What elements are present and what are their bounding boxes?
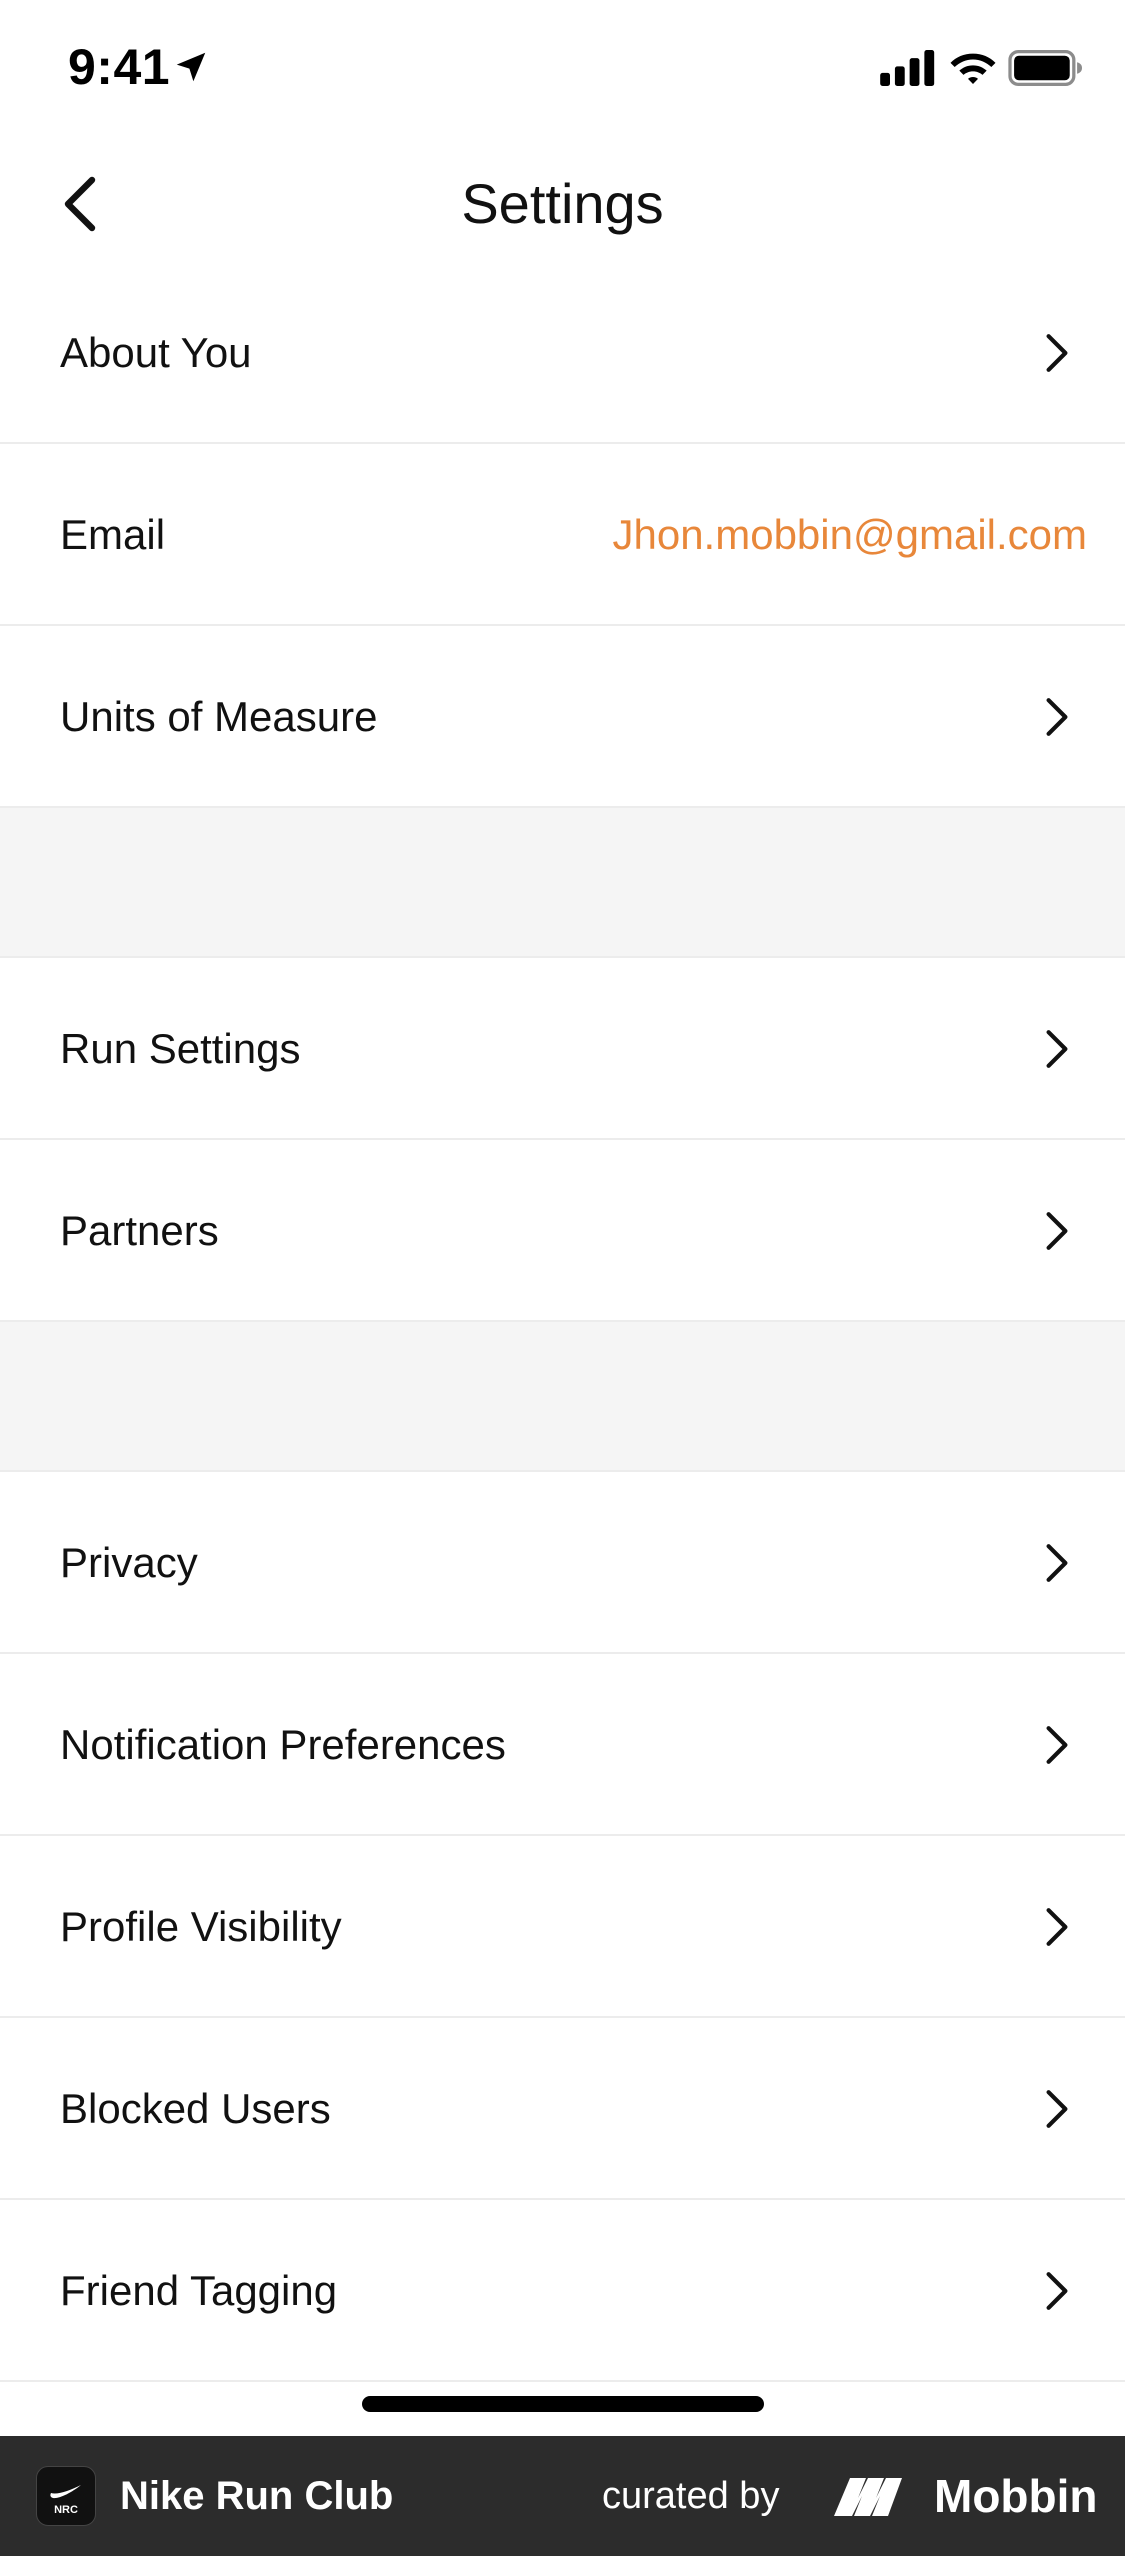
chevron-right-icon <box>1046 1726 1068 1764</box>
section-divider <box>0 1322 1125 1472</box>
settings-row-privacy[interactable]: Privacy <box>0 1472 1125 1654</box>
wifi-icon <box>950 53 996 84</box>
settings-row-partners[interactable]: Partners <box>0 1140 1125 1322</box>
home-indicator <box>362 2396 764 2412</box>
settings-row-units-of-measure[interactable]: Units of Measure <box>0 626 1125 808</box>
chevron-right-icon <box>1046 1544 1068 1582</box>
app-name: Nike Run Club <box>120 2474 394 2518</box>
settings-list: About You Email Jhon.mobbin@gmail.com Un… <box>0 262 1125 2382</box>
chevron-right-icon <box>1046 2272 1068 2310</box>
chevron-right-icon <box>1046 1030 1068 1068</box>
settings-row-email[interactable]: Email Jhon.mobbin@gmail.com <box>0 444 1125 626</box>
chevron-right-icon <box>1046 2090 1068 2128</box>
page-title: Settings <box>461 172 664 235</box>
row-label: About You <box>60 329 252 376</box>
chevron-right-icon <box>1046 1212 1068 1250</box>
settings-row-profile-visibility[interactable]: Profile Visibility <box>0 1836 1125 2018</box>
row-label: Email <box>60 511 166 558</box>
row-label: Privacy <box>60 1539 198 1586</box>
location-arrow-icon <box>176 52 206 82</box>
row-label: Run Settings <box>60 1025 301 1072</box>
row-label: Friend Tagging <box>60 2267 338 2314</box>
row-label: Units of Measure <box>60 693 378 740</box>
settings-row-about-you[interactable]: About You <box>0 262 1125 444</box>
cellular-signal-icon <box>880 50 935 86</box>
nrc-app-logo-icon: NRC <box>36 2466 96 2526</box>
settings-row-friend-tagging[interactable]: Friend Tagging <box>0 2200 1125 2382</box>
chevron-right-icon <box>1046 698 1068 736</box>
email-value: Jhon.mobbin@gmail.com <box>612 511 1087 558</box>
mobbin-logo-icon <box>834 2478 902 2516</box>
section-divider <box>0 808 1125 958</box>
battery-icon <box>1008 50 1082 86</box>
nav-bar: Settings <box>0 140 1125 270</box>
row-label: Notification Preferences <box>60 1721 506 1768</box>
attribution-footer: NRC Nike Run Club curated by Mobbin <box>0 2436 1125 2556</box>
settings-row-blocked-users[interactable]: Blocked Users <box>0 2018 1125 2200</box>
settings-row-notification-preferences[interactable]: Notification Preferences <box>0 1654 1125 1836</box>
chevron-right-icon <box>1046 334 1068 372</box>
row-label: Profile Visibility <box>60 1903 342 1950</box>
status-bar: 9:41 <box>0 0 1125 140</box>
chevron-right-icon <box>1046 1908 1068 1946</box>
row-label: Blocked Users <box>60 2085 331 2132</box>
status-time: 9:41 <box>68 39 171 95</box>
settings-row-run-settings[interactable]: Run Settings <box>0 958 1125 1140</box>
row-label: Partners <box>60 1207 219 1254</box>
mobbin-brand: Mobbin <box>934 2470 1098 2522</box>
curated-by-label: curated by <box>602 2475 780 2517</box>
app-logo-text: NRC <box>54 2504 78 2516</box>
